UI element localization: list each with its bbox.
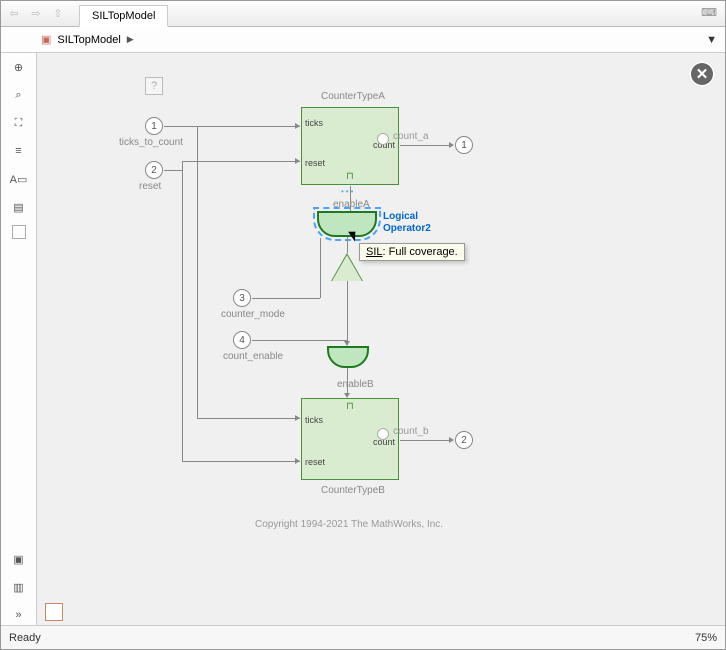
inport-1[interactable]: 1 xyxy=(145,117,163,135)
wire xyxy=(252,340,347,341)
settings-lines-icon[interactable]: ≡ xyxy=(9,141,29,161)
gain-block[interactable] xyxy=(332,255,362,281)
keyboard-icon[interactable]: ⌨ xyxy=(701,6,717,19)
up-arrow-icon[interactable]: ⇧ xyxy=(49,5,67,23)
arrowhead-icon xyxy=(295,415,300,421)
tab-label: SILTopModel xyxy=(92,10,155,22)
ctb-port-reset: reset xyxy=(305,457,325,467)
coverage-tooltip: SIL: SIL: Full coverage.Full coverage. xyxy=(359,243,465,261)
model-icon: ▣ xyxy=(41,33,51,46)
copyright-text: Copyright 1994-2021 The MathWorks, Inc. xyxy=(255,519,443,530)
box-icon[interactable] xyxy=(12,225,26,239)
arrowhead-icon xyxy=(295,458,300,464)
expand-icon[interactable]: » xyxy=(9,605,29,625)
cta-port-reset: reset xyxy=(305,158,325,168)
inport-2-label: reset xyxy=(139,181,161,192)
image-icon[interactable]: ▤ xyxy=(9,197,29,217)
wire xyxy=(182,161,183,461)
wire xyxy=(252,298,320,299)
side-palette: ⊕ ⌕ ⛶ ≡ A▭ ▤ ▣ ▥ » xyxy=(1,53,37,625)
wire xyxy=(400,145,450,146)
arrowhead-icon xyxy=(449,142,454,148)
signal-selector-icon[interactable] xyxy=(377,133,389,145)
arrowhead-icon xyxy=(295,158,300,164)
wire xyxy=(182,161,300,162)
highlight-dots-icon: ••• xyxy=(341,187,355,196)
back-arrow-icon[interactable]: ⇦ xyxy=(5,5,23,23)
enableb-label: enableB xyxy=(337,379,374,390)
status-bar: Ready 75% xyxy=(1,625,725,649)
wire xyxy=(347,281,348,341)
enable-port-icon: ⊓ xyxy=(346,171,354,182)
signal-selector-icon[interactable] xyxy=(377,428,389,440)
wire xyxy=(320,238,321,298)
block-logical-operator2[interactable] xyxy=(317,211,377,237)
inport-4-label: count_enable xyxy=(223,351,283,362)
inport-1-label: ticks_to_count xyxy=(119,137,183,148)
arrowhead-icon xyxy=(449,437,454,443)
arrowhead-icon xyxy=(295,123,300,129)
navigation-toolbar: ⇦ ⇨ ⇧ SILTopModel ⌨ xyxy=(1,1,725,27)
explorer-dropdown-icon[interactable]: ▼ xyxy=(706,34,717,46)
count-a-signal-label: count_a xyxy=(393,131,429,142)
wire xyxy=(197,126,198,418)
annotation-icon[interactable]: A▭ xyxy=(9,169,29,189)
wire xyxy=(164,170,182,171)
ctb-port-ticks: ticks xyxy=(305,415,323,425)
cta-label: CounterTypeA xyxy=(321,91,385,102)
explorer-bar: ▣ SILTopModel ▶ ▼ xyxy=(1,27,725,53)
inport-2[interactable]: 2 xyxy=(145,161,163,179)
status-zoom: 75% xyxy=(695,632,717,644)
ctb-label: CounterTypeB xyxy=(321,485,385,496)
logical-label-1: Logical xyxy=(383,211,418,222)
wire xyxy=(350,186,351,212)
enable-port-icon: ⊓ xyxy=(346,401,354,412)
doc-placeholder-block[interactable]: ? xyxy=(145,77,163,95)
fullscreen-icon[interactable]: ⛶ xyxy=(9,113,29,133)
fit-view-icon[interactable]: ⊕ xyxy=(9,57,29,77)
camera-icon[interactable]: ▣ xyxy=(9,549,29,569)
outport-2[interactable]: 2 xyxy=(455,431,473,449)
wire xyxy=(197,418,300,419)
wire xyxy=(347,237,348,253)
inport-3[interactable]: 3 xyxy=(233,289,251,307)
model-canvas[interactable]: ✕ ? 1 ticks_to_count 2 reset 3 counter_m… xyxy=(37,53,725,625)
wire xyxy=(182,461,300,462)
count-b-signal-label: count_b xyxy=(393,426,429,437)
zoom-icon[interactable]: ⌕ xyxy=(9,85,29,105)
close-icon: ✕ xyxy=(696,65,709,83)
wire xyxy=(400,440,450,441)
breadcrumb[interactable]: SILTopModel xyxy=(57,34,120,46)
block-countertypea[interactable]: ticks reset count ⊓ xyxy=(301,107,399,185)
chevron-right-icon: ▶ xyxy=(127,34,134,45)
block-enable-and[interactable] xyxy=(327,346,369,368)
inport-3-label: counter_mode xyxy=(221,309,285,320)
inport-4[interactable]: 4 xyxy=(233,331,251,349)
forward-arrow-icon[interactable]: ⇨ xyxy=(27,5,45,23)
close-highlight-button[interactable]: ✕ xyxy=(689,61,715,87)
tab-siltopmodel[interactable]: SILTopModel xyxy=(79,5,168,27)
enablea-label: enableA xyxy=(333,199,370,210)
wire xyxy=(164,126,300,127)
cta-port-ticks: ticks xyxy=(305,118,323,128)
outport-1[interactable]: 1 xyxy=(455,136,473,154)
logical-label-2: Operator2 xyxy=(383,223,431,234)
list-icon[interactable]: ▥ xyxy=(9,577,29,597)
question-icon: ? xyxy=(151,80,157,92)
status-ready: Ready xyxy=(9,632,41,644)
model-overview-icon[interactable] xyxy=(45,603,63,621)
